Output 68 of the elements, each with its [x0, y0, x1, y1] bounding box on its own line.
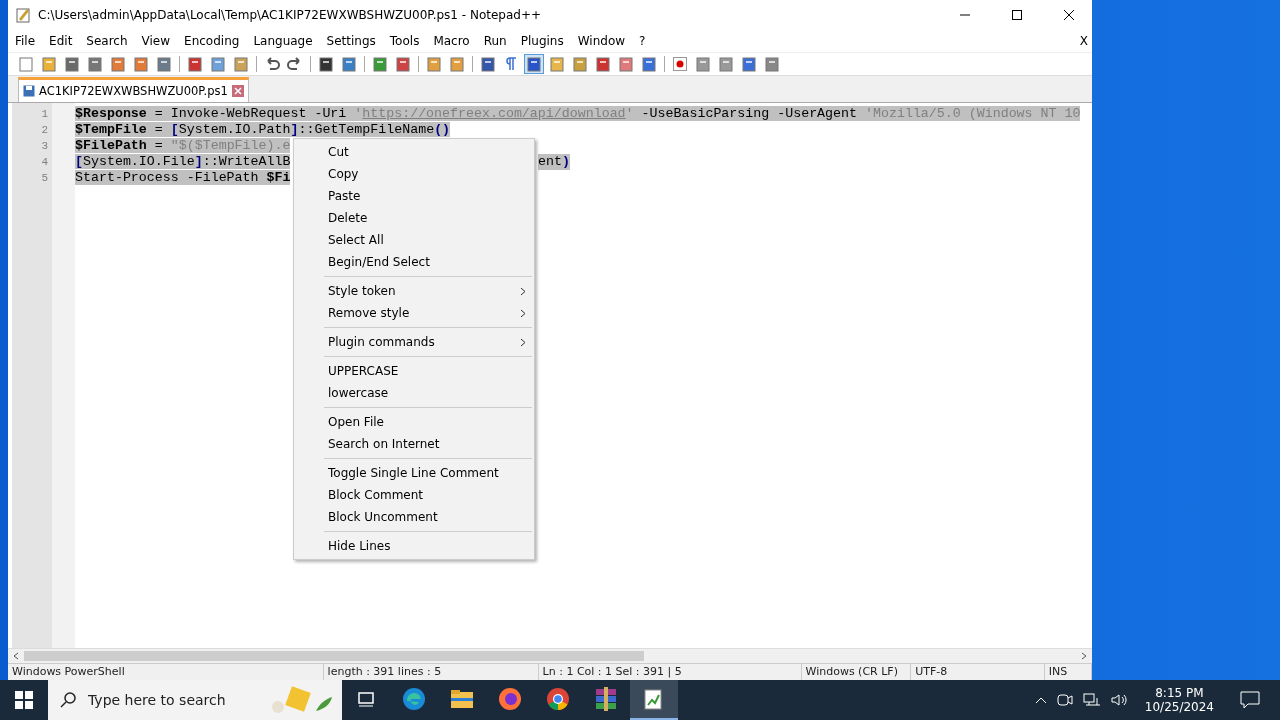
toolbar-button[interactable] [185, 54, 205, 74]
windows-icon [15, 691, 33, 709]
menu-item[interactable]: Settings [319, 34, 383, 48]
menu-item[interactable]: Plugins [513, 34, 571, 48]
menu-item[interactable]: Paste [294, 185, 534, 207]
menu-item[interactable]: Block Comment [294, 484, 534, 506]
scroll-right-icon[interactable] [1080, 652, 1088, 660]
notepad-icon [643, 687, 665, 711]
search-field[interactable]: Type here to search [86, 691, 260, 709]
search-box[interactable]: Type here to search [48, 680, 342, 720]
line-number: 1 [40, 107, 49, 122]
menu-item[interactable]: Search on Internet [294, 433, 534, 455]
scroll-left-icon[interactable] [12, 652, 20, 660]
menu-item[interactable]: Macro [426, 34, 477, 48]
menu-item[interactable]: Style token [294, 280, 534, 302]
chrome-icon [546, 687, 570, 711]
menu-item[interactable]: Hide Lines [294, 535, 534, 557]
firefox-icon [498, 687, 522, 711]
tab-label: AC1KIP72EWXWBSHWZU00P.ps1 [39, 84, 228, 98]
redo-icon [287, 57, 303, 71]
notepad-icon [16, 7, 32, 23]
menu-item[interactable]: Toggle Single Line Comment [294, 462, 534, 484]
menu-item[interactable]: Remove style [294, 302, 534, 324]
network-icon[interactable] [1082, 693, 1101, 707]
menu-item[interactable]: Delete [294, 207, 534, 229]
menu-item[interactable]: Tools [382, 34, 427, 48]
line-number: 5 [40, 171, 49, 186]
toolbar-button[interactable] [316, 54, 336, 74]
menu-item[interactable]: Begin/End Select [294, 251, 534, 273]
file-tab[interactable]: AC1KIP72EWXWBSHWZU00P.ps1 [18, 77, 249, 102]
search-icon [60, 692, 76, 708]
camera-icon[interactable] [1056, 693, 1073, 707]
menu-item[interactable]: UPPERCASE [294, 360, 534, 382]
maximize-icon [1011, 9, 1023, 21]
menu-item[interactable]: lowercase [294, 382, 534, 404]
close-document-button[interactable]: X [1079, 34, 1088, 48]
window-title: C:\Users\admin\AppData\Local\Temp\AC1KIP72EWXWBSHWZU00P.ps1 - Notepad++ [38, 8, 543, 22]
menu-item[interactable]: File [8, 34, 43, 48]
menu-item[interactable]: Open File [294, 411, 534, 433]
clock[interactable]: 8:15 PM 10/25/2024 [1138, 686, 1220, 714]
toolbar-button[interactable] [62, 54, 82, 74]
edge-icon [402, 687, 426, 711]
volume-icon[interactable] [1110, 693, 1129, 707]
menu-item[interactable]: Block Uncomment [294, 506, 534, 528]
scrollbar-thumb[interactable] [24, 651, 644, 661]
menu-item[interactable]: View [134, 34, 178, 48]
menu-item[interactable]: Plugin commands [294, 331, 534, 353]
line-number: 4 [40, 155, 49, 170]
archive-icon [595, 687, 617, 711]
menu-item[interactable]: Search [79, 34, 135, 48]
menu-item[interactable]: Select All [294, 229, 534, 251]
undo-icon [264, 57, 280, 71]
taskbar-app[interactable] [630, 680, 678, 720]
line-number: 2 [40, 123, 49, 138]
menu-item[interactable]: Language [246, 34, 320, 48]
menu-item[interactable]: Encoding [177, 34, 247, 48]
menu-item[interactable]: Edit [42, 34, 80, 48]
line-number: 3 [40, 139, 49, 154]
pilcrow-icon [506, 57, 516, 71]
notification-icon[interactable] [1240, 691, 1260, 709]
toolbar-button[interactable] [478, 54, 498, 74]
menu-item[interactable]: Window [570, 34, 633, 48]
menu-item[interactable]: Run [476, 34, 514, 48]
chevron-up-icon[interactable] [1034, 696, 1047, 704]
record-icon [673, 57, 687, 71]
toolbar-button[interactable] [593, 54, 613, 74]
task-view-icon [357, 690, 375, 708]
menu-item[interactable]: ? [632, 34, 653, 48]
